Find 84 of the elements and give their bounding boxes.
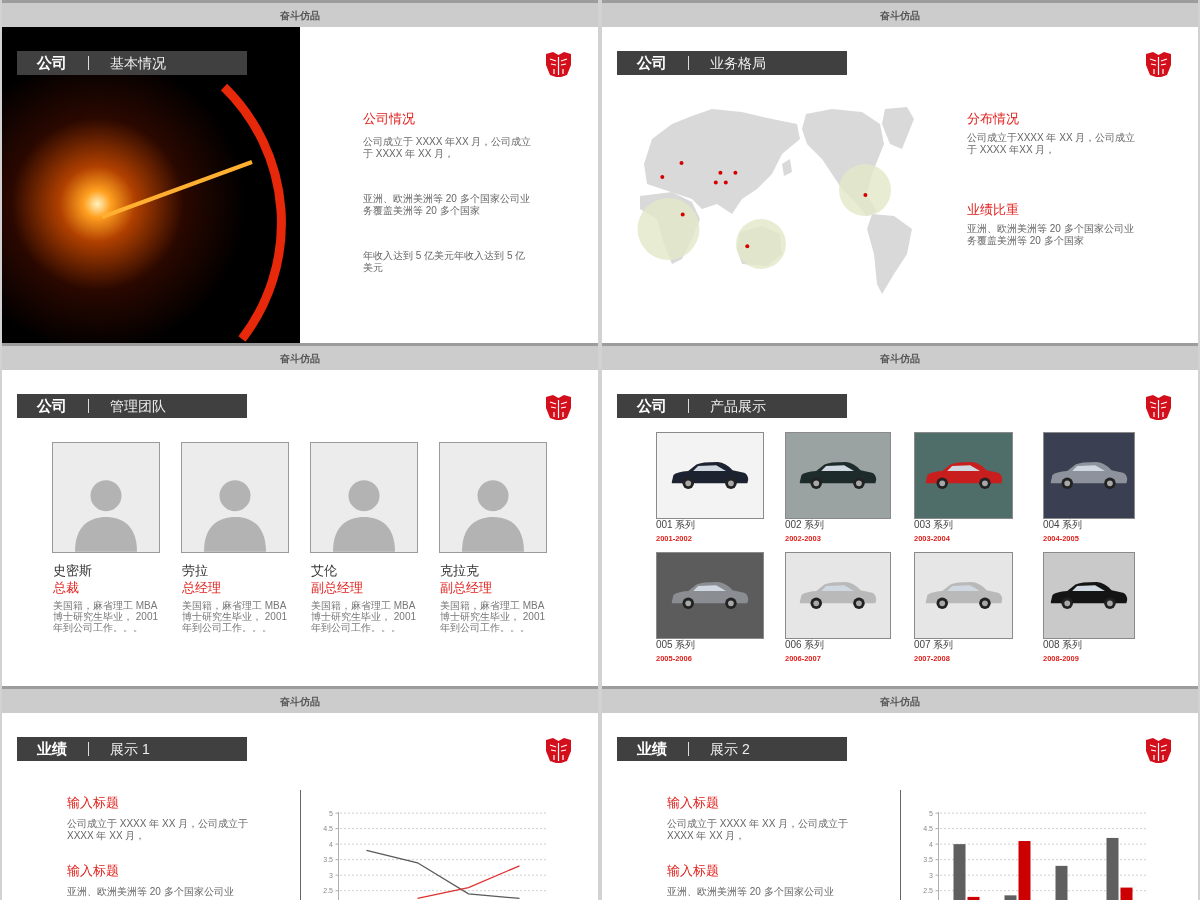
title-topic: 业务格局 [710,54,766,72]
robot-head-icon [1145,51,1172,78]
paragraph-text: 亚洲、欧洲美洲等 20 多个国家公司业务覆盖美洲等 20 多个国家 [363,193,531,216]
person-silhouette-icon [462,480,524,552]
job-title: 副总经理 [310,580,364,596]
car-icon [799,581,877,610]
car-icon [671,461,749,490]
location-dot [660,175,665,179]
title-topic: 基本情况 [110,54,166,72]
location-dot [723,180,728,185]
paragraph-text: 公司成立于 XXXX 年 XX 月，公司成立于XXXX 年 XX 月， [667,818,850,841]
title-topic: 产品展示 [710,397,766,415]
section-heading: 业绩比重 [967,202,1020,218]
title-topic: 展示 1 [110,740,150,758]
section-heading: 输入标题 [67,795,120,811]
series-label: 001 系列 [656,519,697,531]
title-category: 公司 [637,397,667,415]
location-dot [718,170,723,175]
car-icon [924,461,1003,490]
highlight-circle [839,164,891,216]
car-icon [1050,581,1128,610]
paragraph-text: 公司成立于 XXXX 年 XX 月，公司成立于XXXX 年 XX 月， [67,818,250,841]
bio-text: 美国籍，麻省理工 MBA 博士研究生毕业， 2001 年到公司工作。。。 [439,600,547,633]
car-icon [671,581,749,610]
location-dot [863,193,868,197]
series-label: 002 系列 [785,519,826,531]
slide-caption-bar: 奋斗仿品 [602,346,1198,370]
location-dot [713,180,718,185]
series-label: 008 系列 [1043,639,1084,651]
section-heading: 输入标题 [667,863,720,879]
robot-head-icon [545,51,572,78]
paragraph-text: 亚洲、欧洲美洲等 20 多个国家公司业 [667,886,835,898]
section-heading: 分布情况 [967,111,1020,127]
bio-text: 美国籍，麻省理工 MBA 博士研究生毕业， 2001 年到公司工作。。。 [181,600,289,633]
bio-text: 美国籍，麻省理工 MBA 博士研究生毕业， 2001 年到公司工作。。。 [310,600,418,633]
person-name: 劳拉 [181,563,209,579]
person-name: 克拉克 [439,563,480,579]
car-icon [799,461,877,490]
car-icon [924,581,1003,610]
slide-caption-bar: 奋斗仿品 [2,3,598,27]
section-heading: 输入标题 [67,863,120,879]
person-name: 艾伦 [310,563,338,579]
slide-caption-bar: 奋斗仿品 [602,3,1198,27]
slide-caption-bar: 奋斗仿品 [602,689,1198,713]
series-label: 004 系列 [1043,519,1084,531]
robot-head-icon [1145,394,1172,421]
person-silhouette-icon [204,480,266,552]
job-title: 副总经理 [439,580,493,596]
car-icon [1050,461,1128,490]
job-title: 总裁 [52,580,80,596]
title-category: 公司 [637,54,667,72]
highlight-circle [637,198,700,260]
title-category: 公司 [37,54,67,72]
person-name: 史密斯 [52,563,93,579]
title-category: 业绩 [37,740,67,758]
location-dot [679,161,684,165]
location-dot [745,244,750,249]
paragraph-text: 亚洲、欧洲美洲等 20 多个国家公司业务覆盖美洲等 20 多个国家 [967,223,1135,246]
person-silhouette-icon [333,480,395,552]
series-label: 006 系列 [785,639,826,651]
title-category: 公司 [37,397,67,415]
person-silhouette-icon [75,480,137,552]
series-label: 005 系列 [656,639,697,651]
title-category: 业绩 [637,740,667,758]
highlight-circle [736,219,786,269]
robot-head-icon [1145,737,1172,764]
paragraph-text: 公司成立于 XXXX 年XX 月，公司成立于 XXXX 年 XX 月， [363,136,533,159]
location-dot [733,170,738,175]
job-title: 总经理 [181,580,222,596]
robot-head-icon [545,394,572,421]
title-topic: 展示 2 [710,740,750,758]
location-dot [680,212,685,217]
paragraph-text: 亚洲、欧洲美洲等 20 多个国家公司业 [67,886,235,898]
section-heading: 公司情况 [363,111,416,127]
title-topic: 管理团队 [110,397,166,415]
paragraph-text: 公司成立于XXXX 年 XX 月，公司成立于 XXXX 年XX 月， [967,132,1137,155]
series-label: 003 系列 [914,519,955,531]
robot-head-icon [545,737,572,764]
section-heading: 输入标题 [667,795,720,811]
slide-caption-bar: 奋斗仿品 [2,689,598,713]
paragraph-text: 年收入达到 5 亿美元年收入达到 5 亿美元 [363,250,527,273]
slide-caption-bar: 奋斗仿品 [2,346,598,370]
bio-text: 美国籍，麻省理工 MBA 博士研究生毕业， 2001 年到公司工作。。。 [52,600,160,633]
series-label: 007 系列 [914,639,955,651]
